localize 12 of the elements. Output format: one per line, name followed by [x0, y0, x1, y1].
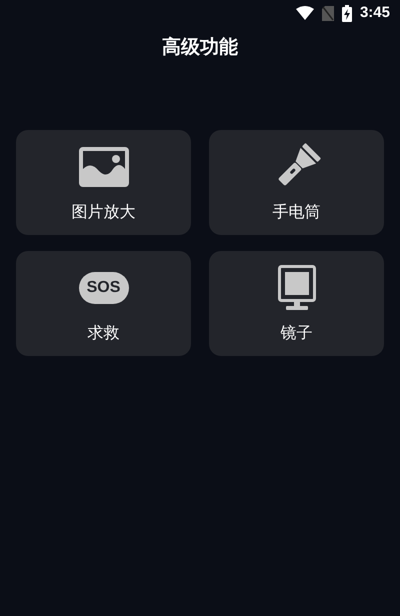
- feature-card[interactable]: 手电筒: [209, 130, 384, 234]
- no-sim-icon: [322, 6, 334, 20]
- mirror-icon: [278, 264, 316, 310]
- battery-charging-icon: [342, 4, 352, 22]
- feature-card[interactable]: SOS 求救: [16, 250, 191, 356]
- sos-icon: SOS: [78, 272, 128, 304]
- wifi-icon: [296, 6, 314, 20]
- feature-card[interactable]: 图片放大: [16, 130, 191, 234]
- page-title: 高级功能: [162, 36, 238, 60]
- feature-card[interactable]: 镜子: [209, 250, 384, 356]
- status-time: 3:45: [360, 2, 390, 23]
- image-icon: [78, 146, 128, 186]
